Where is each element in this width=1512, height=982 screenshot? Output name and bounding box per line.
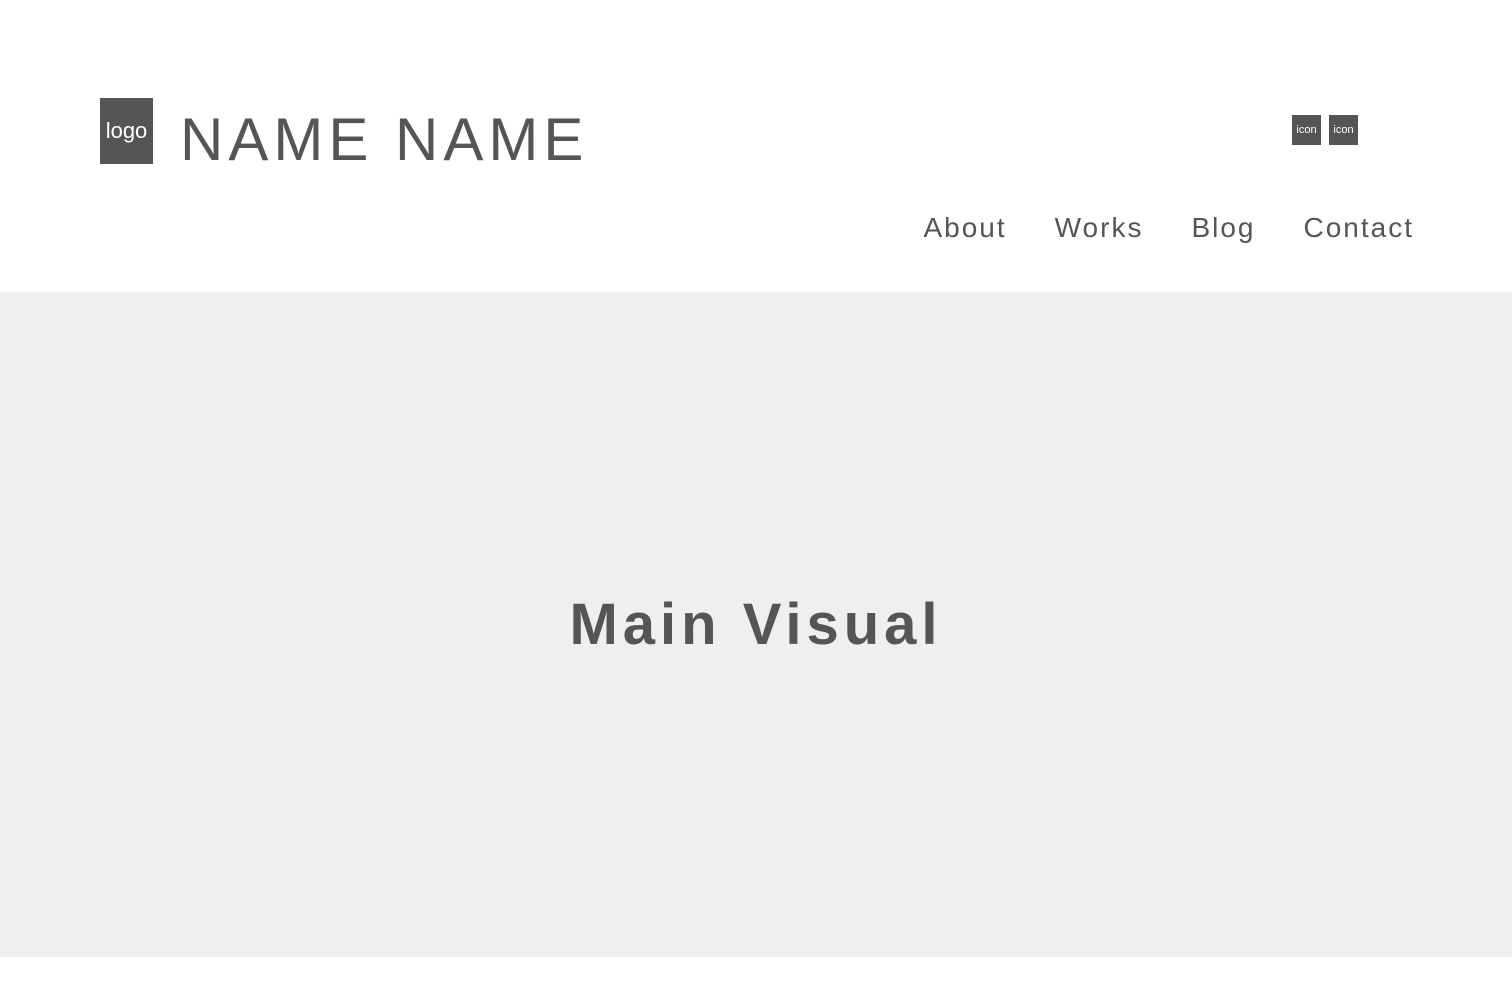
placeholder-icon[interactable]: icon	[1329, 115, 1358, 145]
placeholder-icon[interactable]: icon	[1292, 115, 1321, 145]
logo[interactable]: logo	[100, 98, 153, 164]
nav-item-contact: Contact	[1304, 208, 1415, 248]
nav-list: About Works Blog Contact	[923, 208, 1414, 248]
main-visual-title: Main Visual	[569, 592, 943, 657]
header-icon-group: icon icon	[1292, 115, 1358, 145]
icon-label: icon	[1296, 124, 1317, 136]
nav-item-blog: Blog	[1191, 208, 1255, 248]
logo-label: logo	[105, 118, 148, 143]
site-header: logo NAME NAME icon icon About Works Blo…	[0, 0, 1512, 292]
nav-link-blog[interactable]: Blog	[1191, 212, 1255, 243]
icon-label: icon	[1333, 124, 1354, 136]
nav-item-about: About	[923, 208, 1006, 248]
site-name[interactable]: NAME NAME	[180, 104, 588, 176]
nav-link-about[interactable]: About	[923, 212, 1006, 243]
nav-link-works[interactable]: Works	[1055, 212, 1144, 243]
nav-item-works: Works	[1055, 208, 1144, 248]
main-visual: Main Visual	[0, 292, 1512, 957]
nav-link-contact[interactable]: Contact	[1304, 212, 1415, 243]
